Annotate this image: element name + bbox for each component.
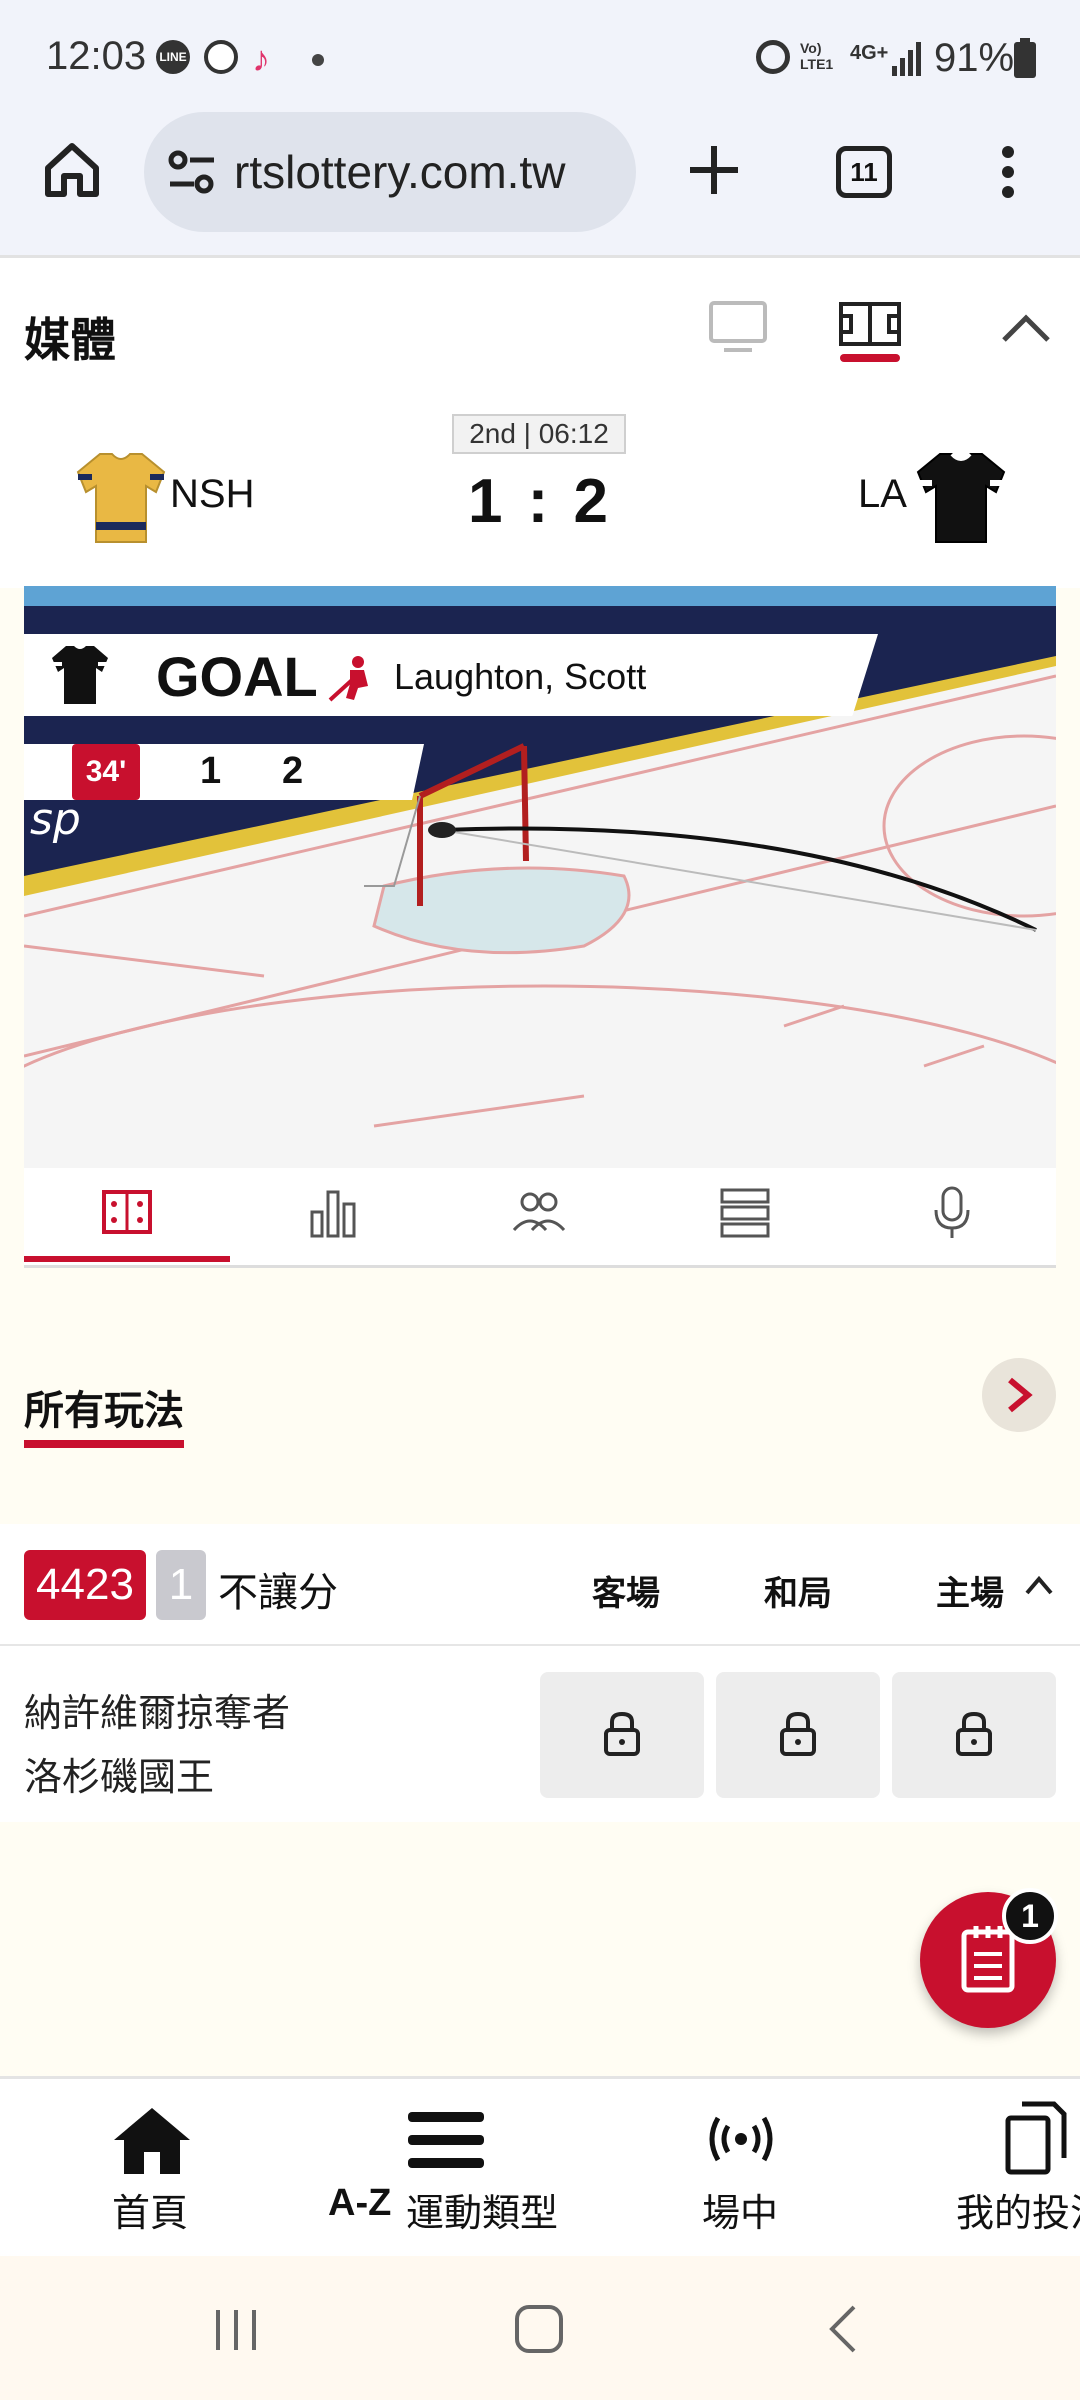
betslip-count-badge: 1 [1002, 1888, 1058, 1944]
all-bets-underline [24, 1440, 184, 1448]
live-broadcast-icon[interactable] [708, 2114, 774, 2164]
home-icon[interactable] [42, 140, 102, 200]
goal-label: GOAL [156, 645, 318, 708]
column-away: 客場 [592, 1575, 660, 1613]
tab-switcher-button[interactable]: 11 [836, 146, 892, 198]
market-number: 1 [156, 1550, 206, 1620]
media-title: 媒體 [24, 314, 116, 366]
field-icon [102, 1190, 152, 1234]
site-settings-icon[interactable] [168, 150, 216, 194]
back-icon[interactable] [826, 2304, 860, 2354]
system-home-icon[interactable] [514, 2304, 564, 2354]
nav-sports-label[interactable]: 運動類型 [406, 2182, 558, 2237]
media-header [0, 258, 1080, 388]
collapse-chevron-icon[interactable] [1000, 310, 1052, 344]
volte-icon: Vo) LTE1 [800, 40, 834, 72]
nav-live-label[interactable]: 場中 [702, 2182, 778, 2237]
alarm-icon [756, 40, 790, 74]
odd-button-home[interactable] [892, 1672, 1056, 1798]
my-bets-icon[interactable] [1004, 2100, 1068, 2176]
betslip-icon [961, 1926, 1015, 1993]
team-name-home: 納許維爾掠奪者 [24, 1693, 291, 1735]
market-collapse-icon[interactable] [1024, 1574, 1054, 1596]
active-tab-indicator [24, 1256, 230, 1262]
tab-lineups[interactable] [436, 1168, 642, 1268]
timeline-icon [720, 1188, 770, 1238]
network-label: 4G+ [850, 42, 889, 64]
lineups-icon [512, 1192, 566, 1232]
nav-my-bets-label[interactable]: 我的投注 [956, 2182, 1080, 2237]
nav-home-label[interactable]: 首頁 [112, 2182, 188, 2237]
tv-icon[interactable] [708, 300, 768, 354]
lock-icon [780, 1711, 816, 1756]
tab-stats[interactable] [230, 1168, 436, 1268]
odd-button-away[interactable] [540, 1672, 704, 1798]
signal-icon [892, 42, 921, 76]
match-tracker-rink: sp GOAL Laughton, Scott 34' 1 2 [24, 586, 1056, 1168]
team-name-away: 洛杉磯國王 [24, 1757, 215, 1799]
battery-percent: 91% [934, 36, 1015, 80]
tab-commentary[interactable] [848, 1168, 1054, 1268]
recent-apps-icon[interactable] [214, 2308, 258, 2352]
url-text[interactable]: rtslottery.com.tw [234, 145, 565, 199]
mini-away-score: 2 [282, 750, 304, 792]
period-clock: 2nd | 06:12 [452, 414, 626, 454]
lock-icon [956, 1711, 992, 1756]
column-home: 主場 [936, 1575, 1004, 1613]
hockey-player-icon [328, 656, 368, 702]
column-draw: 和局 [764, 1575, 832, 1613]
scoring-team-jersey-icon [52, 646, 108, 704]
status-time: 12:03 [46, 34, 147, 78]
lock-icon [604, 1711, 640, 1756]
stats-icon [310, 1190, 356, 1238]
line-icon: LINE [156, 40, 190, 74]
tracker-tabs [24, 1168, 1056, 1268]
market-name: 不讓分 [218, 1571, 338, 1615]
tiktok-icon: ♪ [252, 38, 270, 79]
chevron-right-icon [1008, 1377, 1033, 1413]
odd-button-draw[interactable] [716, 1672, 880, 1798]
board-text: sp [30, 794, 81, 845]
goal-scorer: Laughton, Scott [394, 656, 647, 697]
menu-icon[interactable] [408, 2112, 484, 2168]
soccer-icon [204, 40, 238, 74]
new-tab-icon[interactable] [688, 144, 740, 196]
all-bets-title[interactable]: 所有玩法 [24, 1378, 184, 1436]
home-jersey-icon [76, 453, 166, 543]
mini-home-score: 1 [200, 750, 222, 792]
market-code: 4423 [24, 1550, 146, 1620]
tab-timeline[interactable] [642, 1168, 848, 1268]
more-menu-icon[interactable] [998, 144, 1018, 200]
tab-field[interactable] [24, 1168, 230, 1268]
home-team-abbr: NSH [170, 472, 255, 516]
away-team-abbr: LA [858, 472, 907, 516]
match-score: 1 : 2 [467, 467, 613, 536]
goal-minute: 34' [72, 744, 140, 800]
all-bets-arrow-button[interactable] [982, 1358, 1056, 1432]
nav-az-prefix[interactable]: A-Z [328, 2182, 391, 2225]
home-nav-icon [114, 2108, 190, 2174]
dot-icon [312, 54, 324, 66]
away-jersey-icon [916, 452, 1006, 543]
commentary-icon [934, 1186, 970, 1238]
field-view-icon[interactable] [838, 298, 902, 364]
battery-icon [1014, 38, 1036, 78]
